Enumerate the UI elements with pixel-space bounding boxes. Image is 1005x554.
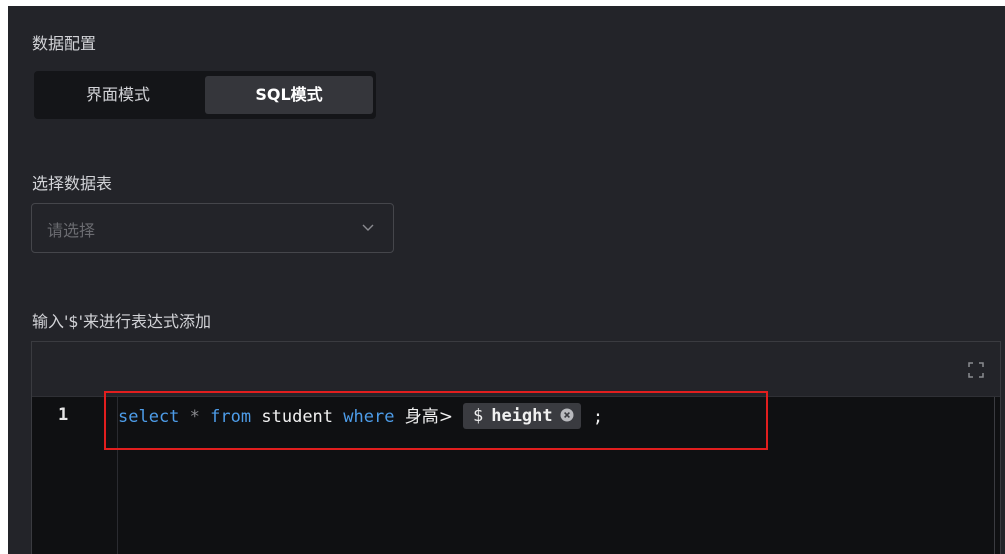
line-number: 1 xyxy=(58,405,69,425)
code-line[interactable]: select * from student where 身高> $ height ; xyxy=(118,403,603,431)
sql-editor: 1 select * from student where 身高> $ height… xyxy=(31,341,1001,554)
editor-toolbar xyxy=(32,342,1000,397)
close-circle-icon[interactable] xyxy=(560,408,574,422)
data-config-title: 数据配置 xyxy=(32,34,97,53)
keyword-where: where xyxy=(343,407,395,427)
editor-scrollbar[interactable] xyxy=(994,397,1000,554)
field-condition: 身高> xyxy=(404,407,453,427)
table-select-placeholder: 请选择 xyxy=(47,221,96,240)
keyword-from: from xyxy=(210,407,252,427)
editor-body[interactable]: 1 select * from student where 身高> $ height… xyxy=(32,397,1000,554)
expression-editor-title: 输入'$'来进行表达式添加 xyxy=(32,312,211,331)
data-config-panel: 数据配置 界面模式 SQL模式 选择数据表 请选择 输入'$'来进行表达式添加 … xyxy=(8,6,1005,554)
fullscreen-icon[interactable] xyxy=(968,362,984,378)
ui-mode-button[interactable]: 界面模式 xyxy=(34,76,202,114)
mode-switch: 界面模式 SQL模式 xyxy=(34,71,376,119)
table-name: student xyxy=(261,407,334,427)
sql-mode-button[interactable]: SQL模式 xyxy=(205,76,373,114)
table-select[interactable]: 请选择 xyxy=(31,203,394,253)
expression-dollar: $ xyxy=(472,406,484,426)
statement-terminator: ; xyxy=(592,407,604,427)
operator-star: * xyxy=(189,407,200,427)
expression-tag[interactable]: $ height xyxy=(462,403,581,429)
expression-name: height xyxy=(491,406,553,426)
chevron-down-icon xyxy=(362,224,374,231)
table-select-title: 选择数据表 xyxy=(32,174,113,193)
line-gutter: 1 xyxy=(32,397,118,554)
keyword-select: select xyxy=(118,407,180,427)
